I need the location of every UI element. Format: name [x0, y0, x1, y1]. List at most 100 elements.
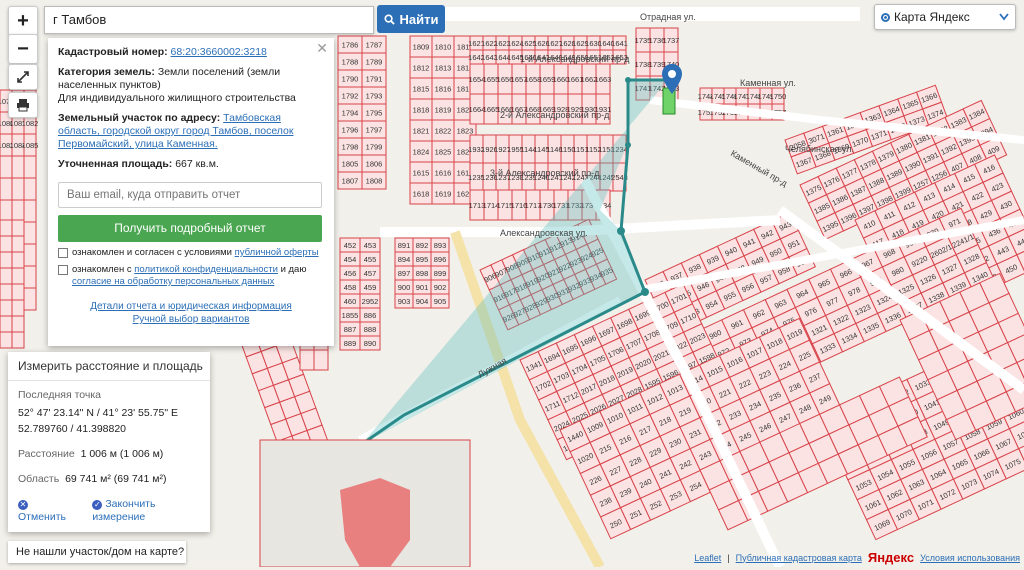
- parcel[interactable]: [12, 236, 24, 252]
- parcel[interactable]: [0, 156, 12, 178]
- parcel-label: 1737: [663, 36, 680, 45]
- parcel[interactable]: [12, 200, 24, 222]
- search-input[interactable]: [45, 7, 371, 31]
- parcel[interactable]: [0, 252, 12, 268]
- parcel[interactable]: [12, 332, 24, 348]
- fullscreen-button[interactable]: [8, 64, 38, 90]
- parcel[interactable]: [0, 284, 12, 300]
- parcel-label: 1805: [342, 160, 359, 169]
- parcel[interactable]: [24, 222, 36, 244]
- parcel-label: 1791: [366, 75, 383, 84]
- email-field[interactable]: [58, 182, 322, 208]
- parcel[interactable]: [24, 200, 36, 222]
- street-label: Александровская ул.: [500, 228, 588, 238]
- parcel[interactable]: [24, 266, 36, 288]
- parcel-label: 1790: [342, 75, 359, 84]
- radio-icon: [881, 13, 890, 22]
- not-found-button[interactable]: Не нашли участок/дом на карте?: [8, 541, 186, 563]
- parcel[interactable]: [12, 252, 24, 268]
- checkbox[interactable]: [58, 248, 68, 258]
- parcel-label: 890: [364, 339, 377, 348]
- street-label: Каменная ул.: [740, 78, 796, 88]
- zoom-out-button[interactable]: −: [8, 34, 38, 64]
- parcel[interactable]: [24, 244, 36, 266]
- parcel[interactable]: [314, 350, 328, 370]
- printer-icon: [16, 98, 30, 112]
- parcel-label: 898: [416, 269, 429, 278]
- terms-link[interactable]: Условия использования: [920, 553, 1020, 563]
- parcel-label: 905: [434, 297, 447, 306]
- parcel[interactable]: [12, 220, 24, 236]
- leaflet-link[interactable]: Leaflet: [694, 553, 721, 563]
- parcel[interactable]: [0, 178, 12, 200]
- area-value: 667 кв.м.: [175, 158, 219, 170]
- print-button[interactable]: [8, 92, 38, 118]
- privacy-agreement[interactable]: ознакомлен с политикой конфиденциальност…: [58, 264, 324, 288]
- consent-link[interactable]: согласие на обработку персональных данны…: [72, 276, 274, 287]
- parcel[interactable]: [0, 300, 12, 316]
- parcel[interactable]: [12, 284, 24, 300]
- parcel-label: 1788: [342, 58, 359, 67]
- cadastral-number-link[interactable]: 68:20:3660002:3218: [171, 46, 267, 58]
- measure-vertex: [641, 288, 649, 296]
- parcel-label: 1794: [342, 109, 359, 118]
- map-layer-select[interactable]: Карта Яндекс: [874, 4, 1016, 30]
- parcel[interactable]: [0, 236, 12, 252]
- search-button[interactable]: Найти: [377, 5, 445, 33]
- privacy-link[interactable]: политикой конфиденциальности: [134, 264, 278, 275]
- search-box: [44, 6, 374, 34]
- parcel-label: 1815: [413, 85, 430, 94]
- parcel-label: 1818: [413, 106, 430, 115]
- parcel[interactable]: [0, 220, 12, 236]
- parcel-label: 460: [344, 297, 357, 306]
- offer-text: ознакомлен и согласен с условиями: [72, 247, 232, 258]
- parcel[interactable]: [0, 200, 12, 222]
- close-icon[interactable]: ✕: [316, 42, 328, 55]
- parcel[interactable]: [0, 316, 12, 332]
- parcel-label: 893: [434, 241, 447, 250]
- get-report-button[interactable]: Получить подробный отчет: [58, 215, 322, 242]
- parcel[interactable]: [24, 156, 36, 178]
- parcel-label: 2952: [362, 297, 379, 306]
- finish-measure-button[interactable]: ✓Закончить измерение: [92, 498, 210, 524]
- panel-links: Детали отчета и юридическая информация Р…: [58, 300, 324, 326]
- parcel[interactable]: [12, 156, 24, 178]
- expand-icon: [16, 70, 30, 84]
- parcel[interactable]: [12, 268, 24, 284]
- parcel-label: 458: [344, 283, 357, 292]
- area-label: Уточненная площадь:: [58, 158, 172, 170]
- parcel[interactable]: [300, 350, 314, 370]
- parcel[interactable]: [12, 316, 24, 332]
- parcel[interactable]: [0, 268, 12, 284]
- parcel-label: 1616: [435, 169, 452, 178]
- privacy-text-mid: и даю: [281, 264, 307, 275]
- offer-agreement[interactable]: ознакомлен и согласен с условиями публич…: [58, 247, 324, 259]
- checkbox[interactable]: [58, 265, 68, 275]
- parcel-info-panel: ✕ Кадастровый номер: 68:20:3660002:3218 …: [48, 38, 334, 346]
- location-pin-icon[interactable]: [662, 64, 682, 94]
- category-label: Категория земель:: [58, 66, 155, 78]
- manual-select-link[interactable]: Ручной выбор вариантов: [133, 314, 250, 325]
- parcel-label: 894: [398, 255, 411, 264]
- parcel-label: 892: [416, 241, 429, 250]
- measure-panel: Измерить расстояние и площадь Последняя …: [8, 352, 210, 532]
- area-row: Уточненная площадь: 667 кв.м.: [58, 158, 324, 171]
- map-credit-link[interactable]: Публичная кадастровая карта: [736, 553, 862, 563]
- details-link[interactable]: Детали отчета и юридическая информация: [90, 301, 292, 312]
- parcel-label: 891: [398, 241, 411, 250]
- yandex-logo: Яндекс: [868, 550, 914, 565]
- parcel[interactable]: [24, 288, 36, 310]
- distance-label: Расстояние: [18, 448, 75, 460]
- parcel-label: 1855: [342, 311, 359, 320]
- parcel[interactable]: [12, 300, 24, 316]
- parcel[interactable]: [0, 332, 12, 348]
- zoom-in-button[interactable]: +: [8, 6, 38, 36]
- parcel-block: 4524534544554564574584594602952185588688…: [340, 238, 380, 350]
- parcel-label: 903: [398, 297, 411, 306]
- cancel-measure-button[interactable]: ✕Отменить: [18, 498, 78, 524]
- offer-link[interactable]: публичной оферты: [235, 247, 319, 258]
- parcel[interactable]: [24, 178, 36, 200]
- street-label: 1-й Александровский пр-д: [520, 54, 630, 64]
- parcel-label: 1813: [435, 64, 452, 73]
- parcel[interactable]: [12, 178, 24, 200]
